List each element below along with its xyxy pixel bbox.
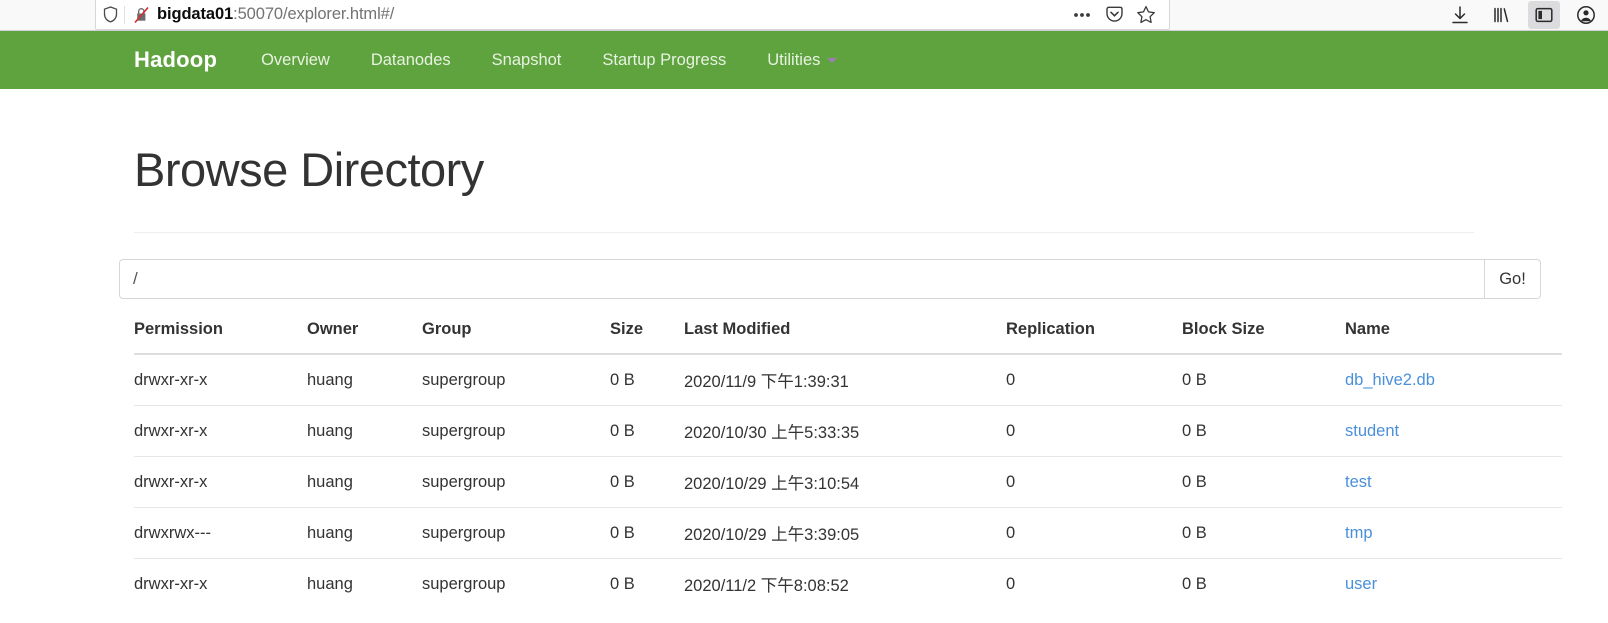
column-header-name[interactable]: Name	[1345, 320, 1562, 356]
brand-hadoop[interactable]: Hadoop	[134, 47, 217, 73]
files-table: Permission Owner Group Size Last Modifie…	[134, 320, 1562, 610]
url-text[interactable]: bigdata01:50070/explorer.html#/	[157, 5, 1067, 24]
nav-item-startup-progress[interactable]: Startup Progress	[602, 51, 726, 70]
cell-name: test	[1345, 456, 1562, 508]
table-row: drwxr-xr-x huang supergroup 0 B 2020/11/…	[134, 354, 1562, 406]
column-header-group[interactable]: Group	[422, 320, 610, 356]
download-icon[interactable]	[1444, 1, 1476, 29]
nav-item-datanodes[interactable]: Datanodes	[371, 51, 451, 70]
cell-group: supergroup	[422, 558, 610, 610]
nav-item-snapshot[interactable]: Snapshot	[492, 51, 562, 70]
sidebar-toggle-icon[interactable]	[1528, 1, 1560, 29]
cell-owner: huang	[307, 405, 422, 457]
nav-item-overview[interactable]: Overview	[261, 51, 330, 70]
shield-icon[interactable]	[96, 6, 124, 23]
cell-replication: 0	[1006, 370, 1016, 389]
cell-block-size: 0 B	[1182, 507, 1345, 559]
cell-last-modified: 2020/11/9 下午1:39:31	[684, 373, 849, 392]
cell-permission: drwxr-xr-x	[134, 370, 208, 389]
cell-replication: 0	[1006, 456, 1182, 508]
chevron-down-icon	[827, 57, 838, 63]
cell-last-modified: 2020/10/29 上午3:39:05	[684, 507, 1006, 559]
go-button[interactable]: Go!	[1485, 259, 1541, 300]
cell-name: student	[1345, 405, 1562, 457]
urlbar-actions	[1067, 1, 1169, 29]
cell-permission: drwxr-xr-x	[134, 405, 307, 457]
table-row: drwxr-xr-x huang supergroup 0 B 2020/10/…	[134, 405, 1562, 457]
cell-name: db_hive2.db	[1345, 354, 1562, 406]
ellipsis-icon[interactable]	[1067, 1, 1097, 29]
table-row: drwxr-xr-x huang supergroup 0 B 2020/11/…	[134, 558, 1562, 610]
cell-block-size: 0 B	[1182, 558, 1345, 610]
file-link[interactable]: tmp	[1345, 524, 1373, 542]
file-link[interactable]: db_hive2.db	[1345, 371, 1435, 389]
cell-name: tmp	[1345, 507, 1562, 559]
table-row: drwxrwx--- huang supergroup 0 B 2020/10/…	[134, 507, 1562, 559]
cell-permission: drwxr-xr-x	[134, 558, 307, 610]
cell-block-size: 0 B	[1182, 405, 1345, 457]
cell-block-size: 0 B	[1182, 370, 1207, 389]
directory-listing: Permission Owner Group Size Last Modifie…	[134, 320, 1562, 610]
broken-lock-icon[interactable]	[125, 6, 157, 24]
cell-size: 0 B	[610, 370, 635, 389]
cell-owner: huang	[307, 507, 422, 559]
path-input[interactable]	[119, 259, 1485, 300]
column-header-owner[interactable]: Owner	[307, 320, 422, 356]
cell-name: user	[1345, 558, 1562, 610]
column-header-replication[interactable]: Replication	[1006, 320, 1182, 356]
title-divider	[134, 232, 1474, 234]
cell-group: supergroup	[422, 456, 610, 508]
account-icon[interactable]	[1570, 1, 1602, 29]
cell-permission: drwxr-xr-x	[134, 456, 307, 508]
file-link[interactable]: student	[1345, 422, 1399, 440]
browser-toolbar: bigdata01:50070/explorer.html#/	[0, 0, 1608, 31]
column-header-block-size[interactable]: Block Size	[1182, 320, 1345, 356]
cell-last-modified: 2020/11/2 下午8:08:52	[684, 558, 1006, 610]
url-bar[interactable]: bigdata01:50070/explorer.html#/	[95, 0, 1170, 30]
cell-last-modified: 2020/10/30 上午5:33:35	[684, 405, 1006, 457]
star-icon[interactable]	[1131, 1, 1161, 29]
cell-size: 0 B	[610, 456, 684, 508]
main-content: Browse Directory Go! Permission Owner Gr…	[0, 89, 1608, 610]
cell-size: 0 B	[610, 405, 684, 457]
cell-group: supergroup	[422, 507, 610, 559]
files-table-head: Permission Owner Group Size Last Modifie…	[134, 320, 1562, 356]
url-host: bigdata01	[157, 5, 234, 23]
nav-item-utilities-label: Utilities	[767, 50, 821, 69]
cell-size: 0 B	[610, 507, 684, 559]
table-row: drwxr-xr-x huang supergroup 0 B 2020/10/…	[134, 456, 1562, 508]
files-table-body: drwxr-xr-x huang supergroup 0 B 2020/11/…	[134, 354, 1562, 610]
cell-owner: huang	[307, 456, 422, 508]
cell-block-size: 0 B	[1182, 456, 1345, 508]
cell-replication: 0	[1006, 405, 1182, 457]
cell-owner: huang	[307, 370, 353, 389]
cell-replication: 0	[1006, 507, 1182, 559]
hadoop-navbar: Hadoop Overview Datanodes Snapshot Start…	[0, 31, 1608, 89]
path-search-row: Go!	[119, 259, 1541, 300]
column-header-size[interactable]: Size	[610, 320, 684, 356]
library-icon[interactable]	[1486, 1, 1518, 29]
cell-group: supergroup	[422, 405, 610, 457]
file-link[interactable]: user	[1345, 575, 1377, 593]
cell-replication: 0	[1006, 558, 1182, 610]
cell-permission: drwxrwx---	[134, 507, 307, 559]
column-header-last-modified[interactable]: Last Modified	[684, 320, 1006, 356]
cell-group: supergroup	[422, 370, 506, 389]
cell-last-modified: 2020/10/29 上午3:10:54	[684, 456, 1006, 508]
table-header-row: Permission Owner Group Size Last Modifie…	[134, 320, 1562, 356]
column-header-permission[interactable]: Permission	[134, 320, 307, 356]
cell-owner: huang	[307, 558, 422, 610]
pocket-icon[interactable]	[1099, 1, 1129, 29]
url-path: :50070/explorer.html#/	[233, 5, 395, 23]
file-link[interactable]: test	[1345, 473, 1372, 491]
page-title: Browse Directory	[134, 143, 484, 196]
browser-right-icons	[1444, 0, 1602, 30]
cell-size: 0 B	[610, 558, 684, 610]
nav-item-utilities[interactable]: Utilities	[767, 50, 838, 70]
